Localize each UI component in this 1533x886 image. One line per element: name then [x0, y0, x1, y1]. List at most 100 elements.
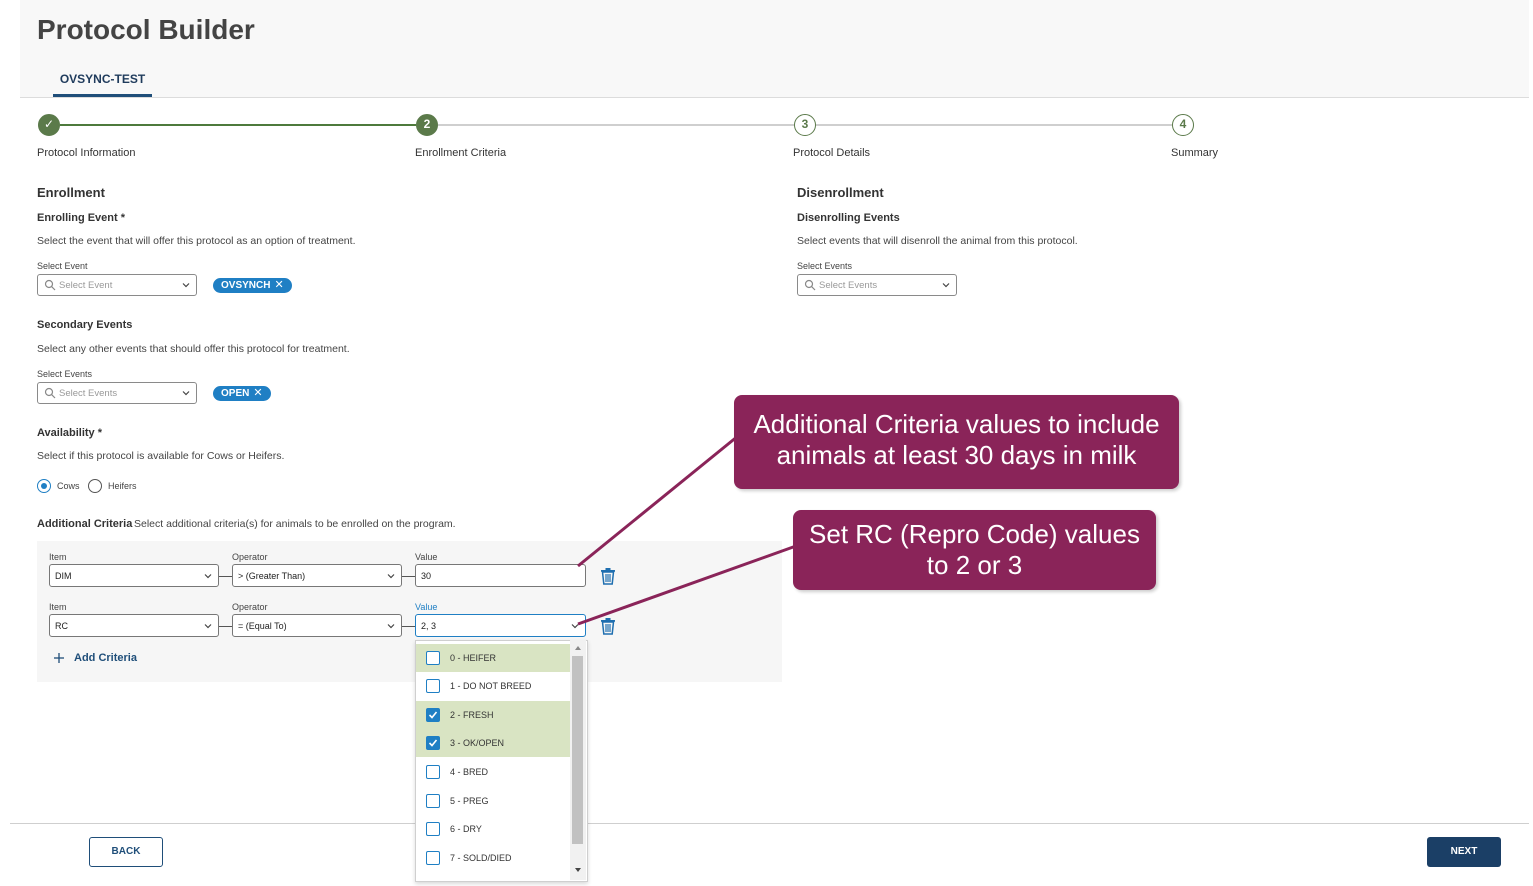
- rc-option-3[interactable]: 3 - OK/OPEN: [416, 729, 570, 757]
- rc-option-5[interactable]: 5 - PREG: [416, 787, 570, 815]
- checkbox[interactable]: [426, 651, 440, 665]
- callout-dim-criteria: Additional Criteria values to include an…: [734, 395, 1179, 489]
- secondary-select-label: Select Events: [37, 369, 93, 379]
- checkbox[interactable]: [426, 765, 440, 779]
- step-4-indicator[interactable]: 4: [1172, 114, 1194, 136]
- close-icon[interactable]: ✕: [274, 279, 283, 291]
- chevron-down-icon: [204, 574, 212, 579]
- criteria-operator-value: > (Greater Than): [238, 571, 306, 581]
- stepper-connector-1: [60, 124, 416, 126]
- footer-divider: [10, 823, 1529, 824]
- trash-icon[interactable]: [599, 617, 617, 635]
- enrolling-event-description: Select the event that will offer this pr…: [37, 235, 356, 247]
- callout-rc-line1: Set RC (Repro Code) values: [809, 519, 1140, 549]
- criteria-item-value: RC: [55, 621, 68, 631]
- criteria-operator-select[interactable]: > (Greater Than): [232, 564, 402, 587]
- search-icon: [44, 387, 56, 399]
- chip-open-label: OPEN: [221, 388, 250, 399]
- search-icon: [44, 279, 56, 291]
- scroll-up-icon[interactable]: [573, 644, 583, 652]
- step-3-label: Protocol Details: [793, 147, 871, 159]
- step-2-label: Enrollment Criteria: [415, 147, 507, 159]
- radio-cows-label: Cows: [57, 481, 80, 491]
- step-2-indicator[interactable]: 2: [416, 114, 438, 136]
- callout-rc-line2: to 2 or 3: [926, 550, 1023, 580]
- criteria-value-input[interactable]: 30: [415, 564, 586, 587]
- availability-label: Availability *: [37, 427, 103, 439]
- step-4-label: Summary: [1171, 147, 1219, 159]
- criteria-item-label: Item: [49, 602, 67, 612]
- disenrolling-events-description: Select events that will disenroll the an…: [797, 235, 1078, 247]
- step-1-check-icon[interactable]: ✓: [38, 114, 60, 136]
- chevron-down-icon: [942, 283, 950, 288]
- secondary-events-placeholder: Select Events: [59, 388, 118, 399]
- rc-option-label: 7 - SOLD/DIED: [450, 853, 512, 863]
- chevron-down-icon: [182, 391, 190, 396]
- check-icon: [428, 711, 438, 719]
- rc-options-dropdown[interactable]: 0 - HEIFER 1 - DO NOT BREED 2 - FRESH 3 …: [415, 640, 588, 882]
- chevron-down-icon: [204, 624, 212, 629]
- disenroll-events-dropdown[interactable]: Select Events: [797, 274, 957, 296]
- additional-criteria-label: Additional Criteria: [37, 518, 133, 530]
- criteria-operator-select[interactable]: = (Equal To): [232, 614, 402, 637]
- plus-icon[interactable]: [53, 652, 65, 664]
- next-button[interactable]: NEXT: [1427, 837, 1501, 867]
- select-event-placeholder: Select Event: [59, 280, 113, 291]
- disenrollment-heading: Disenrollment: [797, 185, 884, 200]
- select-event-label: Select Event: [37, 261, 88, 271]
- disenrolling-events-label: Disenrolling Events: [797, 212, 900, 224]
- criteria-connector: [219, 576, 232, 577]
- criteria-item-select[interactable]: RC: [49, 614, 219, 637]
- criteria-value-text: 2, 3: [421, 621, 437, 631]
- checkbox[interactable]: [426, 851, 440, 865]
- checkbox[interactable]: [426, 794, 440, 808]
- criteria-operator-label: Operator: [232, 552, 268, 562]
- criteria-item-value: DIM: [55, 571, 72, 581]
- rc-option-1[interactable]: 1 - DO NOT BREED: [416, 672, 570, 700]
- rc-option-4[interactable]: 4 - BRED: [416, 758, 570, 786]
- enrollment-heading: Enrollment: [37, 185, 105, 200]
- chevron-down-icon: [182, 283, 190, 288]
- radio-cows[interactable]: [37, 479, 51, 493]
- disenroll-events-placeholder: Select Events: [819, 280, 878, 291]
- checkbox[interactable]: [426, 822, 440, 836]
- search-icon: [804, 279, 816, 291]
- callout-dim-line1: Additional Criteria values to include: [753, 409, 1160, 439]
- radio-heifers[interactable]: [88, 479, 102, 493]
- rc-option-7[interactable]: 7 - SOLD/DIED: [416, 844, 570, 872]
- trash-icon[interactable]: [599, 567, 617, 585]
- rc-option-0[interactable]: 0 - HEIFER: [416, 644, 570, 672]
- callout-dim-line2: animals at least 30 days in milk: [776, 440, 1137, 470]
- checkbox-checked[interactable]: [426, 736, 440, 750]
- tab-ovsync-test[interactable]: OVSYNC-TEST: [53, 72, 152, 97]
- additional-criteria-description: Select additional criteria(s) for animal…: [134, 518, 456, 530]
- step-3-indicator[interactable]: 3: [794, 114, 816, 136]
- back-button[interactable]: BACK: [89, 837, 163, 867]
- checkbox-checked[interactable]: [426, 708, 440, 722]
- select-event-dropdown[interactable]: Select Event: [37, 274, 197, 296]
- chip-ovsynch-label: OVSYNCH: [221, 280, 271, 291]
- rc-option-label: 5 - PREG: [450, 796, 489, 806]
- rc-option-label: 3 - OK/OPEN: [450, 738, 505, 748]
- rc-option-label: 0 - HEIFER: [450, 653, 497, 663]
- criteria-value-multiselect[interactable]: 2, 3: [415, 614, 586, 637]
- chevron-down-icon: [387, 574, 395, 579]
- criteria-item-label: Item: [49, 552, 67, 562]
- close-icon[interactable]: ✕: [253, 387, 262, 399]
- secondary-events-dropdown[interactable]: Select Events: [37, 382, 197, 404]
- stepper-connector-2: [438, 124, 794, 126]
- chip-ovsynch[interactable]: OVSYNCH ✕: [213, 278, 292, 293]
- dropdown-scrollbar-thumb[interactable]: [572, 656, 583, 844]
- rc-option-2[interactable]: 2 - FRESH: [416, 701, 570, 729]
- scroll-down-icon[interactable]: [573, 866, 583, 874]
- stepper-connector-3: [816, 124, 1172, 126]
- criteria-item-select[interactable]: DIM: [49, 564, 219, 587]
- radio-heifers-label: Heifers: [108, 481, 137, 491]
- secondary-events-label: Secondary Events: [37, 319, 133, 331]
- checkbox[interactable]: [426, 679, 440, 693]
- add-criteria-button[interactable]: Add Criteria: [74, 652, 137, 664]
- criteria-connector: [402, 626, 415, 627]
- rc-option-label: 2 - FRESH: [450, 710, 494, 720]
- rc-option-6[interactable]: 6 - DRY: [416, 815, 570, 843]
- chip-open[interactable]: OPEN ✕: [213, 386, 271, 401]
